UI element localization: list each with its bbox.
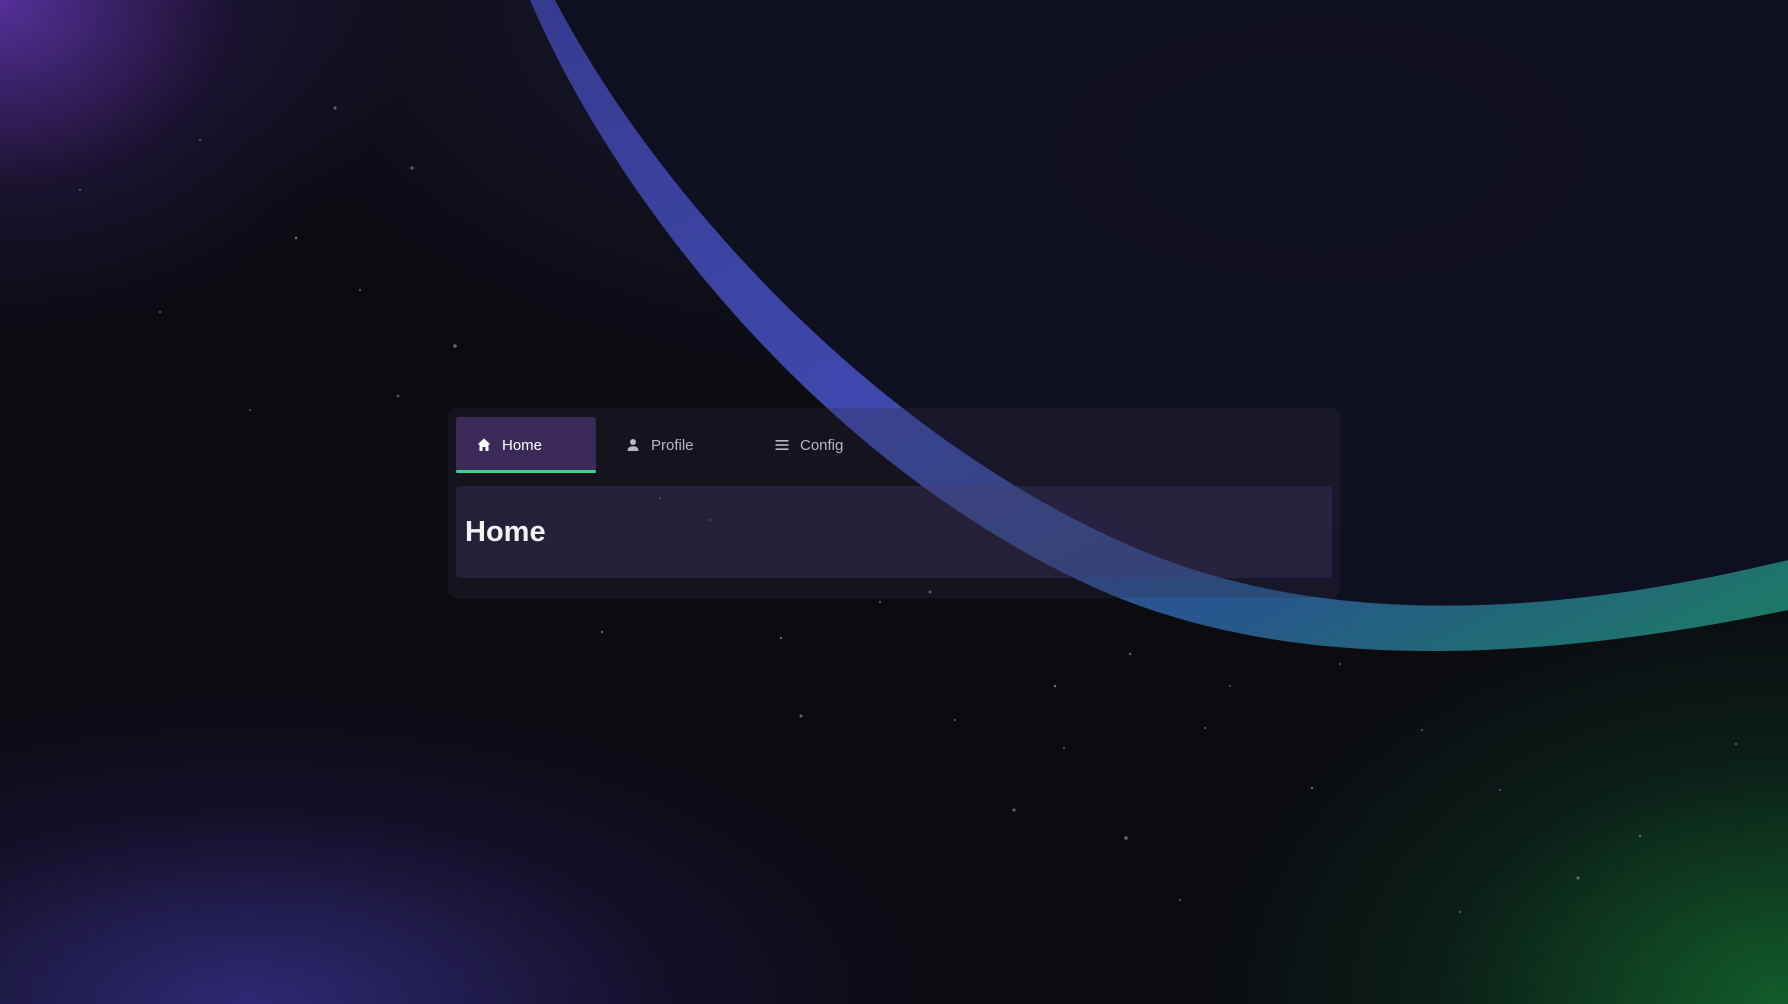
user-icon — [625, 437, 641, 453]
tab-home[interactable]: Home — [456, 417, 596, 473]
tab-content: Home — [456, 486, 1332, 578]
content-heading: Home — [465, 516, 546, 548]
menu-icon — [774, 437, 790, 453]
tab-profile-label: Profile — [651, 436, 694, 454]
tab-config-label: Config — [800, 436, 844, 454]
tab-home-label: Home — [502, 436, 543, 454]
home-icon — [476, 437, 492, 453]
tab-profile[interactable]: Profile — [605, 417, 745, 473]
desktop-background: Home Profile Config Home — [0, 0, 1788, 1004]
tab-bar: Home Profile Config — [456, 417, 894, 473]
tab-panel: Home Profile Config Home — [448, 408, 1340, 598]
tab-config[interactable]: Config — [754, 417, 894, 473]
